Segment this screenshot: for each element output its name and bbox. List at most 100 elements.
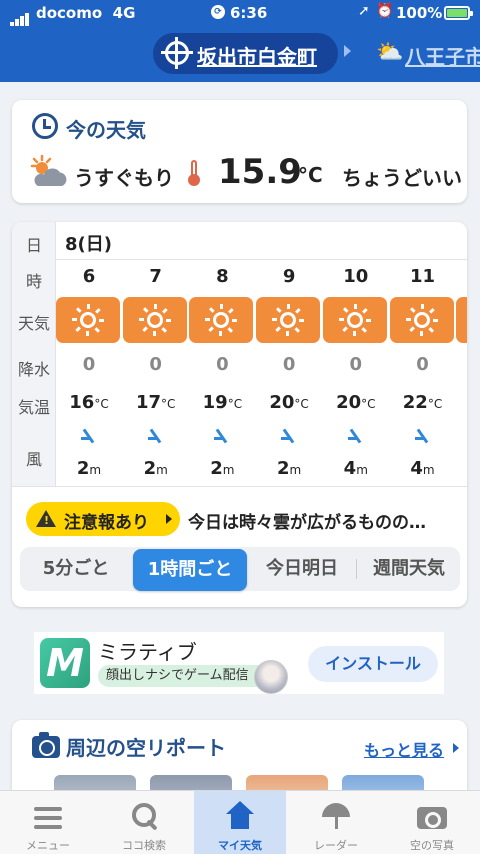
see-more-link[interactable]: もっと見る bbox=[364, 737, 444, 761]
row-label-wind: 風 bbox=[25, 450, 42, 469]
wind-direction-icon bbox=[214, 428, 230, 444]
tab-5min[interactable]: 5分ごと bbox=[20, 547, 132, 591]
feels-like-text: ちょうどいい bbox=[342, 166, 462, 190]
menu-icon bbox=[32, 801, 64, 831]
search-icon bbox=[128, 801, 160, 831]
divider bbox=[356, 559, 357, 579]
wind-direction-icon bbox=[147, 428, 164, 444]
sunny-icon bbox=[56, 297, 120, 343]
current-condition: うすぐもり bbox=[74, 166, 174, 190]
next-location-link[interactable]: 八王子市 bbox=[405, 41, 480, 70]
current-weather-card[interactable]: 今の天気 うすぐもり 15.9 °C ちょうどいい bbox=[12, 100, 467, 203]
alarm-icon: ⏰ bbox=[376, 3, 394, 19]
partly-cloudy-icon: ⛅ bbox=[376, 40, 404, 65]
nav-label: ココ検索 bbox=[122, 839, 166, 852]
wind-direction-icon bbox=[281, 428, 297, 444]
tab-today-tomorrow[interactable]: 今日明日 bbox=[250, 547, 354, 591]
hour-column: 10 0 20°C 4m bbox=[322, 222, 387, 486]
nav-label: メニュー bbox=[26, 839, 70, 852]
status-time: 6:36 bbox=[230, 4, 268, 22]
signal-icon bbox=[10, 8, 30, 26]
clock-icon bbox=[32, 113, 58, 139]
row-label-temp: 気温 bbox=[17, 398, 50, 417]
precip-value: 0 bbox=[416, 354, 429, 375]
tab-weekly[interactable]: 週間天気 bbox=[358, 547, 460, 591]
nav-label: レーダー bbox=[314, 839, 358, 852]
hour-label: 10 bbox=[343, 266, 369, 287]
current-weather-title: 今の天気 bbox=[66, 118, 146, 142]
warning-label: 注意報あり bbox=[64, 513, 149, 533]
wind-speed: 4m bbox=[343, 458, 368, 479]
hour-column: 6 0 16°C 2m bbox=[56, 222, 120, 486]
forecast-summary[interactable]: 今日は時々雲が広がるものの… bbox=[188, 508, 426, 533]
bottom-nav: メニュー ココ検索 マイ天気 レーダー 空の写真 bbox=[0, 790, 480, 854]
wind-direction-icon bbox=[81, 428, 97, 444]
camera-icon bbox=[416, 801, 448, 831]
wind-speed: 2m bbox=[76, 458, 102, 479]
hour-column: 7 0 17°C 2m bbox=[122, 222, 187, 486]
temp-value: 17°C bbox=[135, 392, 176, 413]
battery-icon bbox=[444, 6, 473, 20]
wind-direction-icon bbox=[347, 428, 364, 444]
precip-value: 0 bbox=[82, 354, 96, 375]
ad-banner[interactable]: M ミラティブ 顔出しナシでゲーム配信 インストール bbox=[34, 632, 444, 694]
ad-logo: M bbox=[40, 638, 90, 688]
temp-value: 19°C bbox=[202, 392, 243, 413]
chevron-right-icon bbox=[453, 743, 459, 753]
hourly-forecast-card: 日 時 天気 降水 気温 風 8(日) 6 0 16°C 2m 7 0 17°C 2m 8 0 19… bbox=[12, 222, 467, 607]
sunny-icon bbox=[456, 297, 467, 343]
wind-speed: 4m bbox=[410, 458, 435, 479]
ad-avatar bbox=[254, 660, 288, 694]
hour-column: 8 0 19°C 2m bbox=[189, 222, 254, 486]
battery-percent: 100% bbox=[396, 4, 443, 22]
warning-badge[interactable]: ! 注意報あり bbox=[26, 502, 180, 536]
umbrella-icon bbox=[320, 801, 352, 831]
nav-label: マイ天気 bbox=[218, 839, 262, 852]
temp-value: 20°C bbox=[269, 392, 309, 413]
next-location-arrow-icon bbox=[344, 45, 351, 57]
tab-hourly[interactable]: 1時間ごと bbox=[133, 549, 247, 591]
current-location-icon bbox=[161, 37, 193, 69]
cloudy-sun-icon bbox=[30, 154, 67, 186]
hour-column: 9 0 20°C 2m bbox=[256, 222, 321, 486]
current-location-name: 坂出市白金町 bbox=[197, 45, 317, 69]
sunny-icon bbox=[389, 297, 454, 343]
location-services-icon: ➚ bbox=[358, 3, 370, 19]
ad-title: ミラティブ bbox=[98, 640, 197, 664]
sunny-icon bbox=[189, 297, 254, 343]
row-labels: 日 時 天気 降水 気温 風 bbox=[12, 222, 56, 486]
sunny-icon bbox=[322, 297, 387, 343]
divider bbox=[12, 486, 467, 487]
thermometer-icon bbox=[188, 160, 200, 186]
sky-report-title: 周辺の空リポート bbox=[66, 736, 226, 760]
hour-label: 8 bbox=[216, 266, 229, 287]
nav-my-weather[interactable]: マイ天気 bbox=[194, 791, 286, 854]
precip-value: 0 bbox=[149, 354, 162, 375]
hour-label: 11 bbox=[409, 266, 436, 287]
current-temperature: 15.9 bbox=[218, 152, 302, 192]
wind-speed: 2m bbox=[276, 458, 302, 479]
sunny-icon bbox=[122, 297, 187, 343]
wind-speed: 2m bbox=[210, 458, 235, 479]
temp-value: 16°C bbox=[69, 392, 109, 413]
orientation-lock-icon: ⟳ bbox=[211, 5, 225, 19]
nav-radar[interactable]: レーダー bbox=[288, 791, 384, 854]
sunny-icon bbox=[256, 297, 321, 343]
precip-value: 0 bbox=[216, 354, 229, 375]
nav-sky-photos[interactable]: 空の写真 bbox=[384, 791, 480, 854]
ad-install-button[interactable]: インストール bbox=[308, 646, 438, 682]
nav-menu[interactable]: メニュー bbox=[0, 791, 96, 854]
current-location-pill[interactable]: 坂出市白金町 bbox=[153, 33, 338, 74]
hour-column: 11 0 22°C 4m bbox=[389, 222, 454, 486]
camera-icon bbox=[32, 732, 60, 758]
nav-search[interactable]: ココ検索 bbox=[96, 791, 192, 854]
row-label-weather: 天気 bbox=[17, 314, 50, 333]
status-bar: docomo 4G ⟳ 6:36 ➚ ⏰ 100% bbox=[0, 0, 480, 26]
nav-label: 空の写真 bbox=[410, 839, 454, 852]
warning-icon: ! bbox=[36, 510, 56, 527]
temp-value: 20°C bbox=[336, 392, 376, 413]
home-icon bbox=[224, 801, 256, 831]
row-label-hour: 時 bbox=[25, 272, 42, 291]
precip-value: 0 bbox=[349, 354, 363, 375]
chevron-right-icon bbox=[166, 514, 172, 524]
